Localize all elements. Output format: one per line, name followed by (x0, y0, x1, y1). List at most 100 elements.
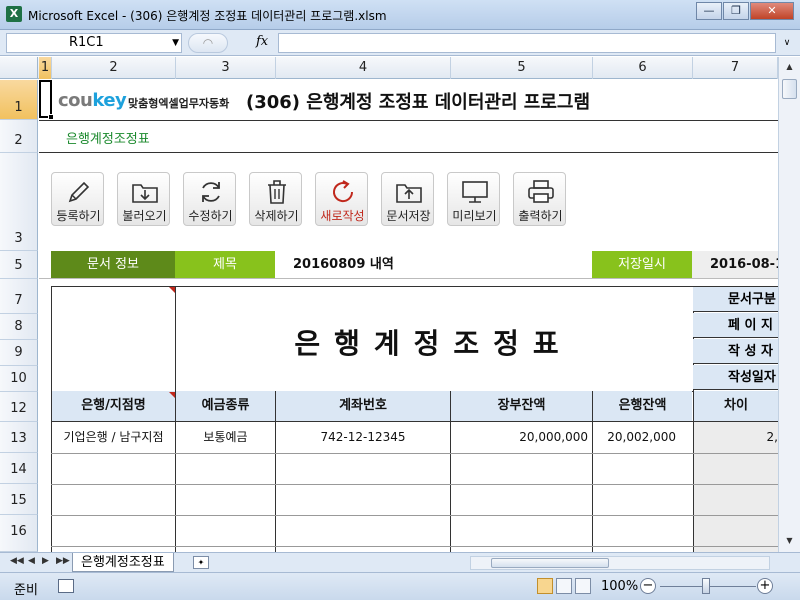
action-toolbar: 등록하기 불러오기 수정하기 삭제하기 새로작성 문서저장 미리보기 출력하기 (51, 172, 579, 226)
row-header-3[interactable]: 3 (0, 153, 38, 251)
restore-icon[interactable]: ❐ (723, 2, 749, 20)
zoom-out-icon[interactable]: − (640, 578, 656, 594)
edit-button[interactable]: 수정하기 (183, 172, 236, 226)
title-value[interactable]: 20160809 내역 (293, 251, 583, 278)
load-label: 불러오기 (122, 209, 167, 223)
load-button[interactable]: 불러오기 (117, 172, 170, 226)
trash-icon (250, 177, 303, 207)
formula-bar: R1C1 ▼ ◠ fx ∨ (0, 30, 800, 56)
save-document-label: 문서저장 (386, 209, 431, 223)
vertical-scroll-thumb[interactable] (782, 79, 797, 99)
row-header-14[interactable]: 14 (0, 453, 38, 484)
active-cell-r1c1[interactable] (39, 80, 54, 120)
vertical-scrollbar[interactable]: ▲ ▼ (778, 57, 800, 552)
row-header-13[interactable]: 13 (0, 422, 38, 453)
side-label-doc-type: 문서구분 (693, 287, 778, 312)
monitor-icon (448, 177, 501, 207)
scroll-up-icon[interactable]: ▲ (782, 59, 797, 75)
print-label: 출력하기 (518, 209, 563, 223)
column-header-2[interactable]: 2 (52, 57, 176, 79)
horizontal-scroll-thumb[interactable] (491, 558, 609, 568)
formula-input[interactable] (278, 33, 776, 53)
row-header-16[interactable]: 16 (0, 515, 38, 552)
row-header-7[interactable]: 7 (0, 279, 38, 314)
header-account-number: 계좌번호 (276, 391, 450, 421)
zoom-in-icon[interactable]: + (757, 578, 773, 594)
window-controls: — ❐ ✕ (695, 2, 794, 20)
row-header-12[interactable]: 12 (0, 392, 38, 422)
table-row-1-difference: 2, (766, 430, 778, 444)
table-row-1-bank-balance[interactable]: 20,002,000 (593, 422, 676, 452)
next-sheet-icon[interactable]: ▶ (42, 556, 49, 566)
register-label: 등록하기 (56, 209, 101, 223)
new-refresh-icon (316, 177, 369, 207)
pencil-icon (52, 177, 105, 207)
name-box[interactable]: R1C1 ▼ (6, 33, 182, 53)
register-button[interactable]: 등록하기 (51, 172, 104, 226)
row-divider-13 (51, 453, 778, 454)
brand-tagline: 맞춤형엑셀업무자동화 (128, 97, 230, 110)
status-bar: 준비 100% − + (0, 572, 800, 600)
column-header-7[interactable]: 7 (693, 57, 778, 79)
subtitle-divider (39, 152, 778, 153)
row-header-5[interactable]: 5 (0, 251, 38, 279)
minimize-icon[interactable]: — (696, 2, 722, 20)
table-col-divider-4 (592, 391, 593, 552)
chevron-down-icon[interactable]: ▼ (172, 34, 179, 52)
side-label-author: 작 성 자 (693, 339, 778, 364)
first-sheet-icon[interactable]: ◀◀ (10, 556, 24, 566)
formula-cancel-circle: ◠ (188, 33, 228, 53)
insert-sheet-icon[interactable]: ✦ (193, 556, 209, 569)
column-header-3[interactable]: 3 (176, 57, 276, 79)
new-document-button[interactable]: 새로작성 (315, 172, 368, 226)
page-break-view-icon[interactable] (575, 578, 591, 594)
prev-sheet-icon[interactable]: ◀ (28, 556, 35, 566)
column-header-1[interactable]: 1 (39, 57, 52, 79)
print-button[interactable]: 출력하기 (513, 172, 566, 226)
delete-button[interactable]: 삭제하기 (249, 172, 302, 226)
new-document-label: 새로작성 (320, 209, 365, 223)
last-sheet-icon[interactable]: ▶▶ (56, 556, 70, 566)
row-header-9[interactable]: 9 (0, 340, 38, 366)
scroll-down-icon[interactable]: ▼ (782, 533, 797, 549)
macro-record-icon[interactable] (58, 579, 74, 593)
row-header-15[interactable]: 15 (0, 484, 38, 515)
close-icon[interactable]: ✕ (750, 2, 794, 20)
table-col-divider-3 (450, 391, 451, 552)
table-row-1-account[interactable]: 742-12-12345 (276, 422, 450, 452)
page-layout-view-icon[interactable] (556, 578, 572, 594)
header-deposit-type: 예금종류 (176, 391, 275, 421)
row-header-10[interactable]: 10 (0, 366, 38, 392)
worksheet-grid[interactable]: coukey 맞춤형엑셀업무자동화 (306) 은행계정 조정표 데이터관리 프… (39, 80, 778, 552)
saved-value[interactable]: 2016-08-1 (692, 251, 778, 278)
row-header-1[interactable]: 1 (0, 80, 38, 120)
folder-download-icon (118, 177, 171, 207)
row-header-8[interactable]: 8 (0, 314, 38, 340)
delete-label: 삭제하기 (254, 209, 299, 223)
row-header-2[interactable]: 2 (0, 120, 38, 153)
zoom-level[interactable]: 100% (601, 579, 638, 594)
expand-formula-icon[interactable]: ∨ (780, 34, 794, 52)
save-document-button[interactable]: 문서저장 (381, 172, 434, 226)
table-row-1-type[interactable]: 보통예금 (176, 422, 275, 452)
table-row-1-bank[interactable]: 기업은행 / 남구지점 (52, 422, 175, 452)
sheet-big-title: 은행계정조정표 (294, 327, 573, 360)
column-header-6[interactable]: 6 (593, 57, 693, 79)
comment-indicator-2 (169, 392, 175, 398)
normal-view-icon[interactable] (537, 578, 553, 594)
column-header-5[interactable]: 5 (451, 57, 593, 79)
select-all-corner[interactable] (0, 57, 38, 79)
title-divider (39, 120, 778, 121)
zoom-slider-thumb[interactable] (702, 578, 710, 594)
excel-icon[interactable]: X (6, 6, 22, 22)
coukey-logo: coukey (58, 90, 127, 111)
horizontal-scrollbar[interactable] (470, 556, 770, 570)
table-top-border (51, 286, 778, 287)
side-label-date: 작성일자 (693, 365, 778, 390)
insert-function-icon[interactable]: fx (256, 34, 268, 49)
preview-label: 미리보기 (452, 209, 497, 223)
column-header-4[interactable]: 4 (276, 57, 451, 79)
preview-button[interactable]: 미리보기 (447, 172, 500, 226)
sheet-tab-active[interactable]: 은행계정조정표 (72, 553, 174, 572)
table-row-1-book-balance[interactable]: 20,000,000 (451, 422, 588, 452)
